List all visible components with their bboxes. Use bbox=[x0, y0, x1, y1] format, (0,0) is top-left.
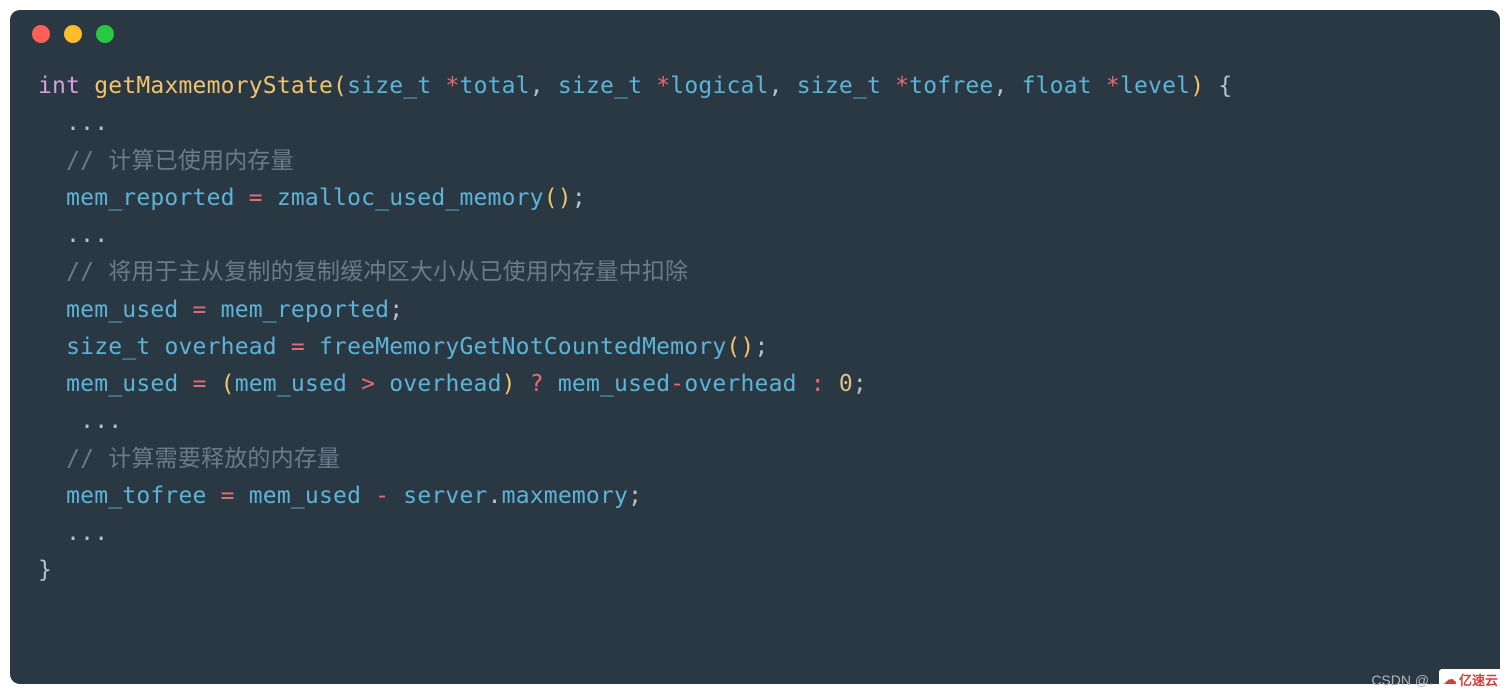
var-mem_used: mem_used bbox=[544, 371, 670, 397]
ellipsis: ... bbox=[38, 520, 108, 546]
parens: () bbox=[544, 185, 572, 211]
op-eq: = bbox=[221, 483, 235, 509]
paren-open: ( bbox=[207, 371, 235, 397]
var-mem_used: mem_used bbox=[38, 371, 193, 397]
var-overhead: overhead bbox=[684, 371, 810, 397]
brace-close: } bbox=[38, 557, 52, 583]
pointer-star: * bbox=[1106, 73, 1120, 99]
code-window: int getMaxmemoryState(size_t *total, siz… bbox=[10, 10, 1500, 684]
maximize-dot-icon[interactable] bbox=[96, 25, 114, 43]
fn-zmalloc_used_memory: zmalloc_used_memory bbox=[263, 185, 544, 211]
minimize-dot-icon[interactable] bbox=[64, 25, 82, 43]
semicolon: ; bbox=[389, 297, 403, 323]
type-float: float bbox=[1022, 73, 1092, 99]
close-dot-icon[interactable] bbox=[32, 25, 50, 43]
semicolon: ; bbox=[754, 334, 768, 360]
paren-open: ( bbox=[333, 73, 347, 99]
brace-open: { bbox=[1204, 73, 1232, 99]
comma: , bbox=[530, 73, 558, 99]
comment: // 将用于主从复制的复制缓冲区大小从已使用内存量中扣除 bbox=[38, 259, 688, 285]
keyword-int: int bbox=[38, 73, 80, 99]
field-maxmemory: maxmemory bbox=[502, 483, 628, 509]
op-minus: - bbox=[375, 483, 389, 509]
code-block: int getMaxmemoryState(size_t *total, siz… bbox=[10, 58, 1500, 600]
var-mem_used: mem_used bbox=[38, 297, 193, 323]
var-overhead: overhead bbox=[375, 371, 501, 397]
type-size_t: size_t bbox=[797, 73, 881, 99]
comma: , bbox=[993, 73, 1021, 99]
pointer-star: * bbox=[656, 73, 670, 99]
dot: . bbox=[488, 483, 502, 509]
semicolon: ; bbox=[628, 483, 642, 509]
paren-close: ) bbox=[1190, 73, 1204, 99]
var-server: server bbox=[389, 483, 487, 509]
op-question: ? bbox=[530, 371, 544, 397]
comment: // 计算已使用内存量 bbox=[38, 148, 294, 174]
pointer-star: * bbox=[895, 73, 909, 99]
ellipsis: ... bbox=[38, 408, 122, 434]
type-size_t: size_t bbox=[558, 73, 642, 99]
semicolon: ; bbox=[853, 371, 867, 397]
var-mem_reported: mem_reported bbox=[207, 297, 390, 323]
op-minus: - bbox=[670, 371, 684, 397]
var-mem_used: mem_used bbox=[235, 483, 375, 509]
var-overhead: overhead bbox=[150, 334, 290, 360]
type-size_t: size_t bbox=[66, 334, 150, 360]
watermark-logo-icon: 亿速云 bbox=[1439, 669, 1502, 690]
param-level: level bbox=[1120, 73, 1190, 99]
op-colon: : bbox=[811, 371, 825, 397]
fn-freeMemoryGetNotCountedMemory: freeMemoryGetNotCountedMemory bbox=[305, 334, 726, 360]
op-eq: = bbox=[193, 297, 207, 323]
var-mem_tofree: mem_tofree bbox=[38, 483, 221, 509]
paren-close: ) bbox=[502, 371, 530, 397]
param-total: total bbox=[460, 73, 530, 99]
param-tofree: tofree bbox=[909, 73, 993, 99]
watermark-csdn: CSDN @. bbox=[1371, 672, 1433, 688]
pointer-star: * bbox=[445, 73, 459, 99]
literal-zero: 0 bbox=[825, 371, 853, 397]
ellipsis: ... bbox=[38, 222, 108, 248]
fn-def-name: getMaxmemoryState bbox=[94, 73, 333, 99]
op-eq: = bbox=[291, 334, 305, 360]
op-eq: = bbox=[193, 371, 207, 397]
semicolon: ; bbox=[572, 185, 586, 211]
comma: , bbox=[769, 73, 797, 99]
type-size_t: size_t bbox=[347, 73, 431, 99]
window-titlebar bbox=[10, 10, 1500, 58]
op-eq: = bbox=[249, 185, 263, 211]
var-mem_used: mem_used bbox=[235, 371, 361, 397]
op-gt: > bbox=[361, 371, 375, 397]
parens: () bbox=[726, 334, 754, 360]
comment: // 计算需要释放的内存量 bbox=[38, 446, 340, 472]
ellipsis: ... bbox=[38, 110, 108, 136]
watermark: CSDN @. 亿速云 bbox=[1371, 669, 1502, 690]
var-mem_reported: mem_reported bbox=[38, 185, 249, 211]
param-logical: logical bbox=[670, 73, 768, 99]
